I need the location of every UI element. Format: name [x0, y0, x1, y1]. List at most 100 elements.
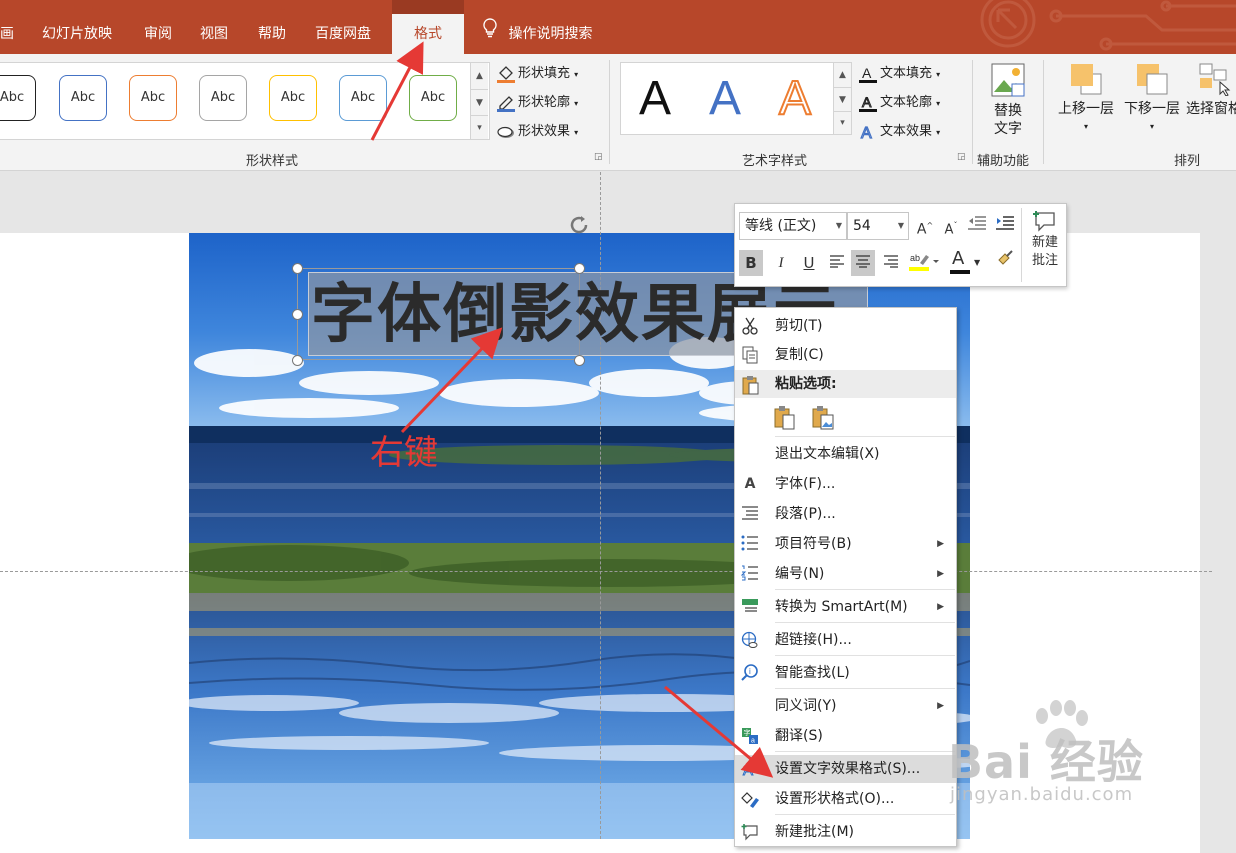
watermark-brand: Bai 经验 [948, 735, 1144, 789]
font-name-dropdown[interactable]: 等线 (正文) ▼ [739, 212, 847, 240]
scissors-icon [740, 317, 760, 335]
wordart-gallery[interactable]: A A A ▲ ▼ ▾ [620, 62, 852, 135]
menu-item-bullets[interactable]: 项目符号(B) ▶ [735, 530, 956, 558]
lightbulb-icon [482, 14, 504, 54]
align-center-icon[interactable] [851, 250, 875, 276]
selection-pane-button[interactable]: 选择窗格 [1186, 62, 1236, 118]
menu-item-copy[interactable]: 复制(C) [735, 341, 956, 369]
bring-forward-icon [1069, 62, 1103, 96]
menu-separator [775, 436, 955, 437]
font-size-dropdown[interactable]: 54 ▼ [847, 212, 909, 240]
resize-handle[interactable] [574, 355, 585, 366]
tab-review[interactable]: 审阅 [144, 14, 172, 54]
menu-item-font[interactable]: A 字体(F)... [735, 470, 956, 498]
increase-indent-icon[interactable] [993, 213, 1017, 239]
menu-separator [775, 655, 955, 656]
grow-font-icon[interactable]: A^ [913, 213, 937, 239]
menu-item-cut[interactable]: 剪切(T) [735, 312, 956, 340]
shape-fill-button[interactable]: 形状填充 ▾ [496, 62, 578, 83]
menu-item-format-shape[interactable]: 设置形状格式(O)... [735, 785, 956, 813]
resize-handle[interactable] [292, 355, 303, 366]
wordart-scroll-up-icon[interactable]: ▲ [833, 63, 851, 87]
tab-format[interactable]: 格式 [392, 0, 464, 54]
svg-text:A: A [862, 65, 872, 81]
tell-me-search[interactable]: 操作说明搜索 [482, 14, 592, 54]
alt-text-icon [990, 62, 1026, 98]
wordart-style-blue[interactable]: A [709, 69, 741, 129]
menu-item-convert-smartart[interactable]: 转换为 SmartArt(M) ▶ [735, 593, 956, 621]
menu-separator [775, 622, 955, 623]
shape-outline-button[interactable]: 形状轮廓 ▾ [496, 91, 578, 112]
new-comment-icon [740, 823, 760, 841]
new-comment-button[interactable]: 新建 批注 [1025, 210, 1065, 270]
svg-text:A: A [861, 125, 872, 141]
shape-style-swatch[interactable]: Abc [339, 75, 387, 121]
gallery-more-icon[interactable]: ▾ [470, 115, 488, 139]
menu-separator [775, 814, 955, 815]
resize-handle[interactable] [292, 263, 303, 274]
font-color-button[interactable]: A ▼ [947, 248, 987, 276]
align-right-icon[interactable] [879, 250, 903, 276]
shape-effects-button[interactable]: 形状效果 ▾ [496, 120, 578, 141]
menu-item-exit-text-edit[interactable]: 退出文本编辑(X) [735, 440, 956, 468]
menu-separator [775, 688, 955, 689]
text-outline-button[interactable]: A 文本轮廓 ▾ [858, 91, 940, 112]
bold-button[interactable]: B [739, 250, 763, 276]
shape-style-swatch[interactable]: Abc [0, 75, 36, 121]
tab-view[interactable]: 视图 [200, 14, 228, 54]
wordart-style-orange-outline[interactable]: A [778, 69, 812, 129]
shape-styles-group-label: 形状样式 [246, 154, 299, 169]
align-left-icon[interactable] [825, 250, 849, 276]
menu-item-numbering[interactable]: 编号(N) ▶ [735, 560, 956, 588]
text-fill-button[interactable]: A 文本填充 ▾ [858, 62, 940, 83]
highlight-color-icon[interactable]: ab [907, 250, 941, 276]
dialog-launcher-icon[interactable]: ◲ [594, 152, 603, 162]
menu-item-new-comment[interactable]: 新建批注(M) [735, 818, 956, 846]
shape-style-swatch[interactable]: Abc [129, 75, 177, 121]
menu-item-paragraph[interactable]: 段落(P)... [735, 500, 956, 528]
tab-help[interactable]: 帮助 [258, 14, 286, 54]
shrink-font-icon[interactable]: Aˇ [939, 213, 963, 239]
decrease-indent-icon[interactable] [965, 213, 989, 239]
group-separator [972, 60, 973, 164]
italic-button[interactable]: I [769, 250, 793, 276]
text-effects-button[interactable]: A 文本效果 ▾ [858, 120, 940, 142]
paste-icon [740, 375, 760, 395]
svg-text:A: A [743, 762, 753, 778]
format-painter-icon[interactable] [993, 250, 1017, 276]
gallery-scroll-up-icon[interactable]: ▲ [470, 63, 488, 89]
menu-item-smart-lookup[interactable]: i 智能查找(L) [735, 659, 956, 687]
shape-styles-gallery[interactable]: Abc Abc Abc Abc Abc Abc Abc ▲ ▼ ▾ [0, 62, 490, 140]
shape-style-swatch[interactable]: Abc [59, 75, 107, 121]
shape-style-swatch[interactable]: Abc [409, 75, 457, 121]
wordart-scroll-down-icon[interactable]: ▼ [833, 87, 851, 111]
dialog-launcher-icon[interactable]: ◲ [957, 152, 966, 162]
wordart-more-icon[interactable]: ▾ [833, 111, 851, 134]
resize-handle[interactable] [292, 309, 303, 320]
paste-keep-formatting-icon[interactable] [773, 405, 799, 431]
shape-style-swatch[interactable]: Abc [199, 75, 247, 121]
menu-item-format-text-effects[interactable]: A 设置文字效果格式(S)... [735, 755, 956, 783]
send-backward-button[interactable]: 下移一层 ▾ [1120, 62, 1184, 136]
selection-pane-icon [1198, 62, 1232, 97]
menu-item-hyperlink[interactable]: 超链接(H)... [735, 626, 956, 654]
chevron-down-icon: ▼ [835, 221, 842, 230]
resize-handle[interactable] [574, 263, 585, 274]
tab-slide-show[interactable]: 幻灯片放映 [42, 14, 112, 54]
alt-text-button[interactable]: 替换 文字 [986, 62, 1030, 138]
tab-baidu-netdisk[interactable]: 百度网盘 [315, 14, 371, 54]
tab-animations[interactable]: 画 [0, 14, 14, 54]
copy-icon [740, 346, 760, 364]
wordart-style-black[interactable]: A [639, 69, 671, 129]
menu-separator [775, 589, 955, 590]
menu-item-synonyms[interactable]: 同义词(Y) ▶ [735, 692, 956, 720]
shape-style-swatch[interactable]: Abc [269, 75, 317, 121]
paste-picture-icon[interactable] [811, 405, 837, 431]
svg-text:ab: ab [910, 253, 920, 263]
underline-button[interactable]: U [797, 250, 821, 276]
svg-text:i: i [749, 667, 751, 676]
rotate-handle-icon[interactable] [566, 212, 592, 238]
bring-forward-button[interactable]: 上移一层 ▾ [1054, 62, 1118, 136]
gallery-scroll-down-icon[interactable]: ▼ [470, 89, 488, 115]
menu-item-translate[interactable]: 字a 翻译(S) [735, 722, 956, 750]
